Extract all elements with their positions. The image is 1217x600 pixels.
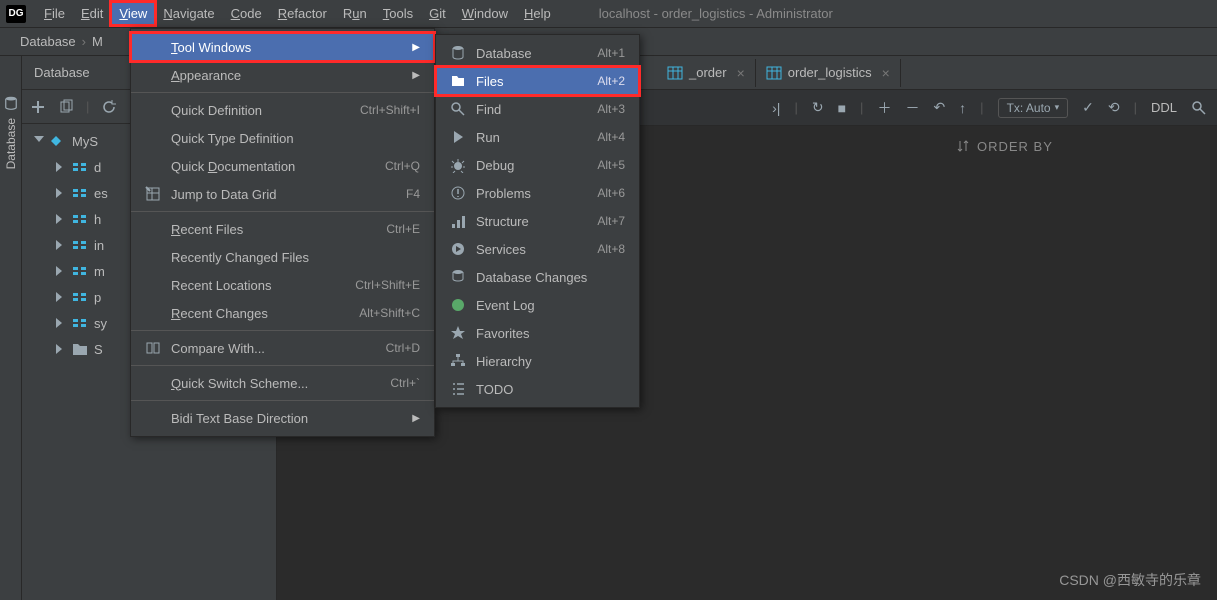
editor-tab[interactable]: _order× — [657, 59, 756, 87]
menu-item-structure[interactable]: StructureAlt+7 — [436, 207, 639, 235]
revert-icon[interactable]: ↶ — [933, 99, 945, 116]
menubar: DG FileEditViewNavigateCodeRefactorRunTo… — [0, 0, 1217, 28]
menu-edit[interactable]: Edit — [73, 2, 111, 25]
search-icon[interactable] — [1191, 100, 1207, 116]
menu-item-jump-to-data-grid[interactable]: Jump to Data GridF4 — [131, 180, 434, 208]
menu-item-recent-changes[interactable]: Recent ChangesAlt+Shift+C — [131, 299, 434, 327]
warn-icon — [450, 185, 466, 201]
menu-item-quick-type-definition[interactable]: Quick Type Definition — [131, 124, 434, 152]
menu-window[interactable]: Window — [454, 2, 516, 25]
menu-item-recent-locations[interactable]: Recent LocationsCtrl+Shift+E — [131, 271, 434, 299]
menu-item-run[interactable]: RunAlt+4 — [436, 123, 639, 151]
remove-row-icon[interactable]: － — [905, 98, 919, 118]
dbch-icon — [450, 269, 466, 285]
menu-item-quick-definition[interactable]: Quick DefinitionCtrl+Shift+I — [131, 96, 434, 124]
reload-icon[interactable]: ↻ — [812, 99, 824, 116]
folder-icon — [72, 342, 88, 356]
menu-item-debug[interactable]: DebugAlt+5 — [436, 151, 639, 179]
menu-item-compare-with-[interactable]: Compare With...Ctrl+D — [131, 334, 434, 362]
menu-item-todo[interactable]: TODO — [436, 375, 639, 403]
menu-code[interactable]: Code — [223, 2, 270, 25]
hier-icon — [450, 353, 466, 369]
menu-tools[interactable]: Tools — [375, 2, 421, 25]
menu-item-files[interactable]: FilesAlt+2 — [436, 67, 639, 95]
schema-icon — [72, 238, 88, 252]
add-icon[interactable] — [30, 99, 46, 115]
app-logo: DG — [6, 5, 26, 23]
close-icon[interactable]: × — [737, 65, 745, 81]
menu-refactor[interactable]: Refactor — [270, 2, 335, 25]
menu-item-problems[interactable]: ProblemsAlt+6 — [436, 179, 639, 207]
menu-item-bidi-text-base-direction[interactable]: Bidi Text Base Direction▶ — [131, 404, 434, 432]
schema-icon — [72, 316, 88, 330]
tool-windows-submenu: DatabaseAlt+1FilesAlt+2FindAlt+3RunAlt+4… — [435, 34, 640, 408]
view-menu: Tool Windows▶Appearance▶ Quick Definition… — [130, 28, 435, 437]
table-icon — [667, 66, 683, 80]
play-icon — [450, 129, 466, 145]
watermark: CSDN @西敏寺的乐章 — [1059, 570, 1201, 590]
commit-icon[interactable]: ↑ — [959, 100, 966, 116]
copy-icon[interactable] — [58, 99, 74, 115]
serv-icon — [450, 241, 466, 257]
menu-item-find[interactable]: FindAlt+3 — [436, 95, 639, 123]
db-icon — [450, 45, 466, 61]
folder-icon — [450, 73, 466, 89]
compare-icon — [145, 340, 161, 356]
menu-file[interactable]: File — [36, 2, 73, 25]
window-title: localhost - order_logistics - Administra… — [599, 6, 833, 21]
search-icon — [450, 101, 466, 117]
menu-view[interactable]: View — [111, 2, 155, 25]
menu-item-event-log[interactable]: Event Log — [436, 291, 639, 319]
database-icon — [4, 96, 18, 110]
menu-item-quick-switch-scheme-[interactable]: Quick Switch Scheme...Ctrl+` — [131, 369, 434, 397]
star-icon — [450, 325, 466, 341]
refresh-icon[interactable] — [101, 99, 117, 115]
tx-mode-dropdown[interactable]: Tx: Auto▾ — [998, 98, 1069, 118]
menu-item-database-changes[interactable]: Database Changes — [436, 263, 639, 291]
chevron-right-icon: › — [82, 34, 86, 49]
menu-item-favorites[interactable]: Favorites — [436, 319, 639, 347]
stop-icon[interactable]: ■ — [838, 100, 846, 116]
schema-icon — [72, 186, 88, 200]
side-tab-label: Database — [4, 118, 18, 169]
side-tool-tab[interactable]: Database — [0, 56, 22, 600]
grid-icon — [145, 186, 161, 202]
breadcrumb-item[interactable]: Database — [20, 34, 76, 49]
table-icon — [766, 66, 782, 80]
menu-item-recent-files[interactable]: Recent FilesCtrl+E — [131, 215, 434, 243]
todo-icon — [450, 381, 466, 397]
add-row-icon[interactable]: ＋ — [877, 98, 891, 118]
schema-icon — [72, 160, 88, 174]
schema-icon — [72, 212, 88, 226]
menu-item-hierarchy[interactable]: Hierarchy — [436, 347, 639, 375]
menu-item-recently-changed-files[interactable]: Recently Changed Files — [131, 243, 434, 271]
struct-icon — [450, 213, 466, 229]
menu-help[interactable]: Help — [516, 2, 559, 25]
menu-item-tool-windows[interactable]: Tool Windows▶ — [131, 33, 434, 61]
last-icon[interactable]: ›| — [772, 100, 780, 116]
datasource-icon — [50, 134, 66, 148]
sort-icon[interactable] — [957, 139, 969, 153]
check-icon[interactable]: ✓ — [1082, 99, 1094, 116]
menu-navigate[interactable]: Navigate — [155, 2, 222, 25]
order-by-label[interactable]: ORDER BY — [977, 139, 1053, 154]
menu-item-quick-documentation[interactable]: Quick DocumentationCtrl+Q — [131, 152, 434, 180]
bug-icon — [450, 157, 466, 173]
close-icon[interactable]: × — [882, 65, 890, 81]
menu-run[interactable]: Run — [335, 2, 375, 25]
schema-icon — [72, 290, 88, 304]
menu-item-database[interactable]: DatabaseAlt+1 — [436, 39, 639, 67]
rollback-icon[interactable]: ⟲ — [1108, 99, 1120, 116]
menu-item-appearance[interactable]: Appearance▶ — [131, 61, 434, 89]
ddl-button[interactable]: DDL — [1151, 100, 1177, 115]
editor-tab[interactable]: order_logistics× — [756, 59, 901, 87]
event-icon — [450, 297, 466, 313]
breadcrumb-item[interactable]: M — [92, 34, 103, 49]
menu-git[interactable]: Git — [421, 2, 454, 25]
schema-icon — [72, 264, 88, 278]
menu-item-services[interactable]: ServicesAlt+8 — [436, 235, 639, 263]
